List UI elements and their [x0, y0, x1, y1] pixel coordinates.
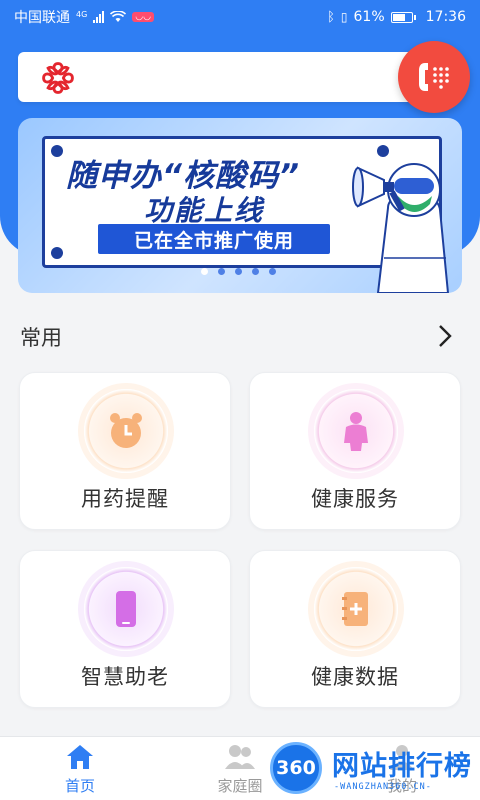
card-icon-ring: [314, 389, 398, 473]
card-icon-ring: [84, 567, 168, 651]
screw-icon: [51, 247, 63, 259]
card-label: 健康数据: [311, 665, 399, 689]
alarm-clock-icon: [110, 413, 142, 448]
home-icon: [67, 745, 93, 769]
carousel-dot[interactable]: [218, 268, 225, 275]
china-unicom-logo-icon: [42, 62, 74, 94]
medical-worker-megaphone-icon: [352, 163, 450, 293]
call-button[interactable]: [398, 41, 470, 113]
card-label: 智慧助老: [81, 665, 169, 689]
card-icon-ring: [314, 567, 398, 651]
chevron-right-icon[interactable]: [434, 322, 456, 350]
wifi-icon: [110, 11, 127, 22]
phone-icon: [116, 591, 136, 627]
carousel-dot[interactable]: [201, 268, 208, 275]
banner-tag: 已在全市推广使用: [98, 224, 330, 254]
status-bar: 中国联通 4G ◡◡ ᛒ ▯ 61% 17:36: [0, 0, 480, 34]
notification-badge-icon: ◡◡: [132, 12, 155, 22]
carousel-dot[interactable]: [252, 268, 259, 275]
card-smart-elder-care[interactable]: 智慧助老: [19, 550, 231, 708]
card-health-services[interactable]: 健康服务: [249, 372, 461, 530]
top-search-bar[interactable]: [18, 52, 448, 102]
battery-icon: [390, 11, 416, 23]
nav-label: 首页: [64, 777, 95, 795]
watermark-badge: 360: [270, 742, 322, 794]
promo-banner[interactable]: 随申办“核酸码” 功能上线 已在全市推广使用: [18, 118, 462, 293]
watermark-subtext: -WANGZHAN360.CN-: [334, 782, 432, 792]
phone-keypad-icon: [419, 63, 449, 91]
carousel-dot[interactable]: [235, 268, 242, 275]
card-label: 用药提醒: [81, 487, 169, 511]
card-health-data[interactable]: 健康数据: [249, 550, 461, 708]
signal-icon: [93, 11, 105, 23]
notebook-icon: [342, 592, 368, 626]
carrier-label: 中国联通: [14, 10, 70, 26]
vibrate-icon: ▯: [340, 10, 348, 24]
carousel-indicator: [201, 268, 276, 275]
family-icon: [225, 745, 255, 769]
section-title-common: 常用: [20, 326, 62, 350]
battery-percent: 61%: [353, 9, 385, 25]
card-label: 健康服务: [311, 487, 399, 511]
bluetooth-icon: ᛒ: [327, 9, 335, 25]
nav-item-home[interactable]: 首页: [40, 743, 120, 796]
network-type: 4G: [76, 9, 88, 19]
screw-icon: [51, 145, 63, 157]
card-medication-reminder[interactable]: 用药提醒: [19, 372, 231, 530]
banner-subline: 功能上线: [144, 194, 265, 227]
elderly-person-icon: [344, 412, 368, 451]
card-icon-ring: [84, 389, 168, 473]
carousel-dot[interactable]: [269, 268, 276, 275]
clock: 17:36: [425, 9, 466, 25]
watermark-text: 网站排行榜: [332, 751, 472, 782]
watermark: 360 网站排行榜 -WANGZHAN360.CN-: [262, 740, 478, 800]
